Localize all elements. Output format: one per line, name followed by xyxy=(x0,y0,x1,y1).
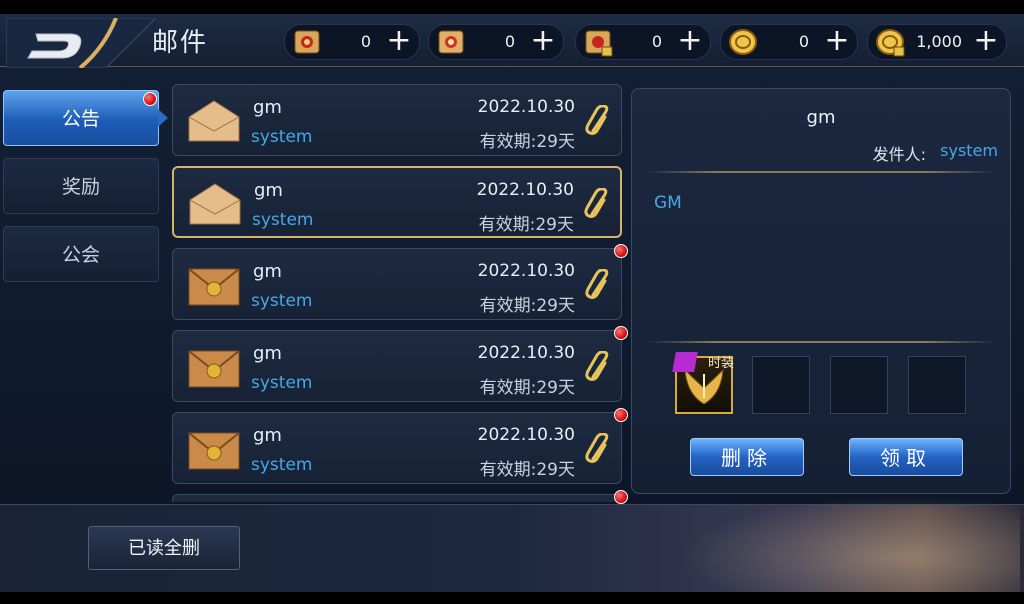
mail-from: system xyxy=(252,210,314,230)
delete-all-read-button[interactable]: 已读全删 xyxy=(88,526,240,570)
mail-expiry: 有效期:29天 xyxy=(479,296,575,316)
mail-date: 2022.10.30 xyxy=(477,97,575,117)
mail-sender: gm xyxy=(254,180,283,201)
resource-value: 1,000 xyxy=(916,32,962,51)
attachment-slot-empty xyxy=(752,356,810,414)
claim-button[interactable]: 领取 xyxy=(849,438,963,476)
mail-sender: gm xyxy=(253,97,282,118)
resource-value: 0 xyxy=(798,32,809,51)
envelope-open-icon xyxy=(189,183,241,225)
mail-date: 2022.10.30 xyxy=(476,180,574,200)
resource-value: 0 xyxy=(360,32,371,51)
add-resource-button[interactable]: + xyxy=(972,26,1000,56)
resource-scroll-lock: 0 + xyxy=(575,24,711,60)
tab-guild[interactable]: 公会 xyxy=(3,226,159,282)
gold-coin-lock-icon xyxy=(876,29,905,57)
mail-date: 2022.10.30 xyxy=(477,261,575,281)
resource-scroll-gold: 0 + xyxy=(428,24,564,60)
item-rarity-tag xyxy=(672,352,698,372)
add-resource-button[interactable]: + xyxy=(823,26,851,56)
mail-from: system xyxy=(251,373,313,393)
back-button[interactable] xyxy=(6,18,156,68)
mail-list[interactable]: gm system 2022.10.30 有效期:29天 gm system 2… xyxy=(170,82,626,502)
scroll-red-icon xyxy=(294,30,320,54)
tab-announcement[interactable]: 公告 xyxy=(3,90,168,146)
bottom-black-bar xyxy=(0,592,1024,604)
attachment-clip-icon xyxy=(585,269,609,299)
mail-screen: 邮件 0 + 0 + 0 + 0 + 1,000 + 公告 奖励 公会 gm s… xyxy=(0,0,1024,604)
sender-label: 发件人: xyxy=(872,145,926,164)
mail-body: GM xyxy=(654,193,682,213)
mail-item-selected[interactable]: gm system 2022.10.30 有效期:29天 xyxy=(172,166,622,238)
attachment-slot-empty xyxy=(830,356,888,414)
tab-label: 公会 xyxy=(61,244,100,266)
gold-coin-icon xyxy=(729,29,757,55)
mail-item[interactable]: gm system 2022.10.30 有效期:29天 xyxy=(172,84,622,156)
attachment-clip-icon xyxy=(585,105,609,135)
mail-from: system xyxy=(251,455,313,475)
attachment-clip-icon xyxy=(585,433,609,463)
envelope-sealed-icon xyxy=(188,350,240,388)
mail-date: 2022.10.30 xyxy=(477,343,575,363)
resource-value: 0 xyxy=(651,32,662,51)
resource-value: 0 xyxy=(504,32,515,51)
mail-expiry: 有效期:29天 xyxy=(479,378,575,398)
mail-sender: gm xyxy=(253,343,282,364)
unread-dot xyxy=(143,92,157,106)
mail-item[interactable]: gm system 2022.10.30 有效期:29天 xyxy=(172,412,622,484)
tab-label: 奖励 xyxy=(61,176,100,198)
scroll-gold-icon xyxy=(438,30,464,54)
mail-sender: gm xyxy=(253,425,282,446)
top-black-bar xyxy=(0,0,1024,14)
resource-scroll-red: 0 + xyxy=(284,24,420,60)
attachment-label: 时装 xyxy=(708,356,735,371)
add-resource-button[interactable]: + xyxy=(529,26,557,56)
mail-from: system xyxy=(251,291,313,311)
envelope-sealed-icon xyxy=(188,432,240,470)
mail-item[interactable]: gm system 2022.10.30 有效期:29天 xyxy=(172,248,622,320)
mail-item-partial[interactable] xyxy=(172,494,622,502)
delete-button[interactable]: 删除 xyxy=(690,438,804,476)
mail-expiry: 有效期:29天 xyxy=(479,460,575,480)
light-glow xyxy=(640,485,1020,604)
mail-item[interactable]: gm system 2022.10.30 有效期:29天 xyxy=(172,330,622,402)
mail-detail-panel: gm 发件人: system GM xyxy=(631,88,1011,494)
mail-sender: gm xyxy=(253,261,282,282)
divider xyxy=(646,171,996,173)
tab-label: 公告 xyxy=(61,108,100,130)
resource-gold-coin-lock: 1,000 + xyxy=(867,24,1007,60)
add-resource-button[interactable]: + xyxy=(385,26,413,56)
mail-detail-title: gm xyxy=(806,107,836,128)
attachment-clip-icon xyxy=(585,351,609,381)
unread-dot xyxy=(614,326,628,340)
unread-dot xyxy=(614,244,628,258)
unread-dot xyxy=(614,408,628,422)
scroll-lock-icon xyxy=(585,30,613,57)
tab-rewards[interactable]: 奖励 xyxy=(3,158,159,214)
attachment-slot-empty xyxy=(908,356,966,414)
mail-expiry: 有效期:29天 xyxy=(479,132,575,152)
unread-dot xyxy=(614,490,628,504)
page-title: 邮件 xyxy=(152,28,209,58)
envelope-sealed-icon xyxy=(188,268,240,306)
resource-gold-coin: 0 + xyxy=(720,24,858,60)
mail-expiry: 有效期:29天 xyxy=(478,215,574,235)
divider xyxy=(646,341,996,343)
mail-from: system xyxy=(251,127,313,147)
attachment-clip-icon xyxy=(584,188,608,218)
add-resource-button[interactable]: + xyxy=(676,26,704,56)
mail-date: 2022.10.30 xyxy=(477,425,575,445)
sender-value: system xyxy=(940,141,998,160)
envelope-open-icon xyxy=(188,100,240,142)
